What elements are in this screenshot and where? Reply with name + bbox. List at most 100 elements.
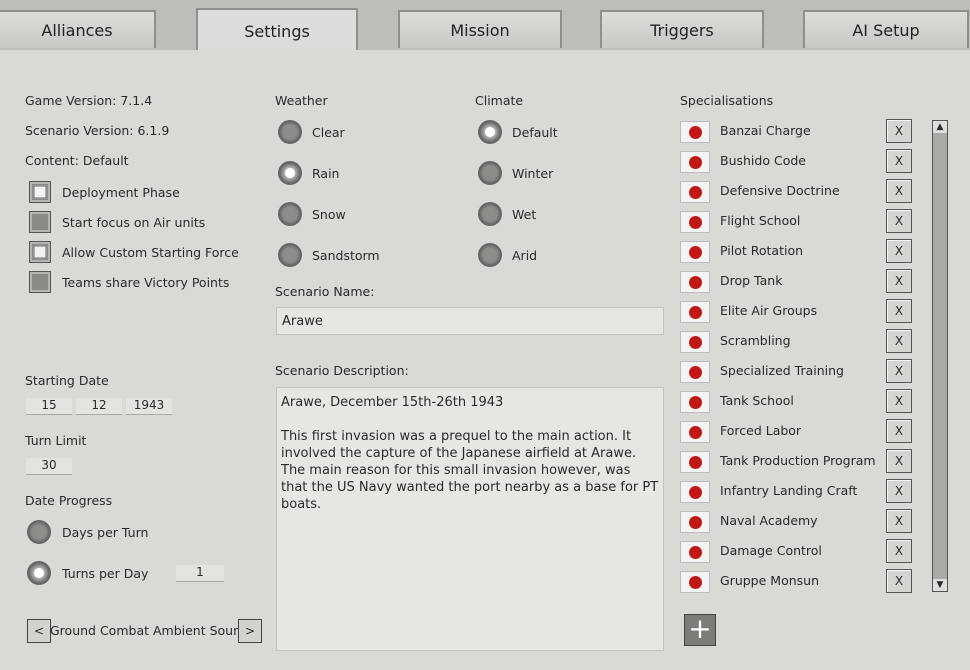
description-first-line: Arawe, December 15th-26th 1943 [281, 395, 504, 410]
climate-wet-label: Wet [512, 207, 537, 222]
climate-label: Climate [475, 93, 524, 108]
remove-specialisation-button[interactable]: X [886, 569, 912, 593]
specialisation-row: Infantry Landing Craft X [680, 479, 912, 505]
remove-specialisation-button[interactable]: X [886, 149, 912, 173]
remove-specialisation-button[interactable]: X [886, 419, 912, 443]
specialisation-name: Flight School [720, 213, 801, 228]
climate-winter-radio[interactable] [478, 161, 502, 185]
scenario-description-input[interactable]: Arawe, December 15th-26th 1943 This firs… [276, 387, 664, 651]
japan-flag-icon [680, 451, 710, 473]
share-vp-checkbox[interactable] [29, 271, 51, 293]
specialisation-name: Forced Labor [720, 423, 802, 438]
deployment-phase-label: Deployment Phase [62, 185, 180, 200]
remove-specialisation-button[interactable]: X [886, 119, 912, 143]
turn-limit-field[interactable]: 30 [26, 458, 72, 475]
remove-specialisation-button[interactable]: X [886, 389, 912, 413]
turns-per-day-radio[interactable] [27, 561, 51, 585]
start-month-field[interactable]: 12 [76, 398, 122, 415]
tab-triggers[interactable]: Triggers [600, 10, 764, 48]
climate-arid-label: Arid [512, 248, 538, 263]
date-progress-label: Date Progress [25, 493, 113, 508]
tab-mission[interactable]: Mission [398, 10, 562, 48]
climate-default-label: Default [512, 125, 558, 140]
scenario-name-input[interactable]: Arawe [276, 307, 664, 335]
climate-winter-label: Winter [512, 166, 554, 181]
scroll-up-arrow-icon[interactable]: ▲ [933, 121, 947, 133]
specialisation-row: Pilot Rotation X [680, 239, 912, 265]
tab-bar: Alliances Settings Mission Triggers AI S… [0, 0, 970, 52]
share-vp-label: Teams share Victory Points [62, 275, 230, 290]
scenario-version: Scenario Version: 6.1.9 [25, 123, 170, 138]
specialisation-row: Naval Academy X [680, 509, 912, 535]
custom-force-label: Allow Custom Starting Force [62, 245, 239, 260]
specialisation-name: Infantry Landing Craft [720, 483, 858, 498]
deployment-phase-checkbox[interactable] [29, 181, 51, 203]
specialisation-name: Scrambling [720, 333, 791, 348]
specialisation-row: Elite Air Groups X [680, 299, 912, 325]
climate-arid-radio[interactable] [478, 243, 502, 267]
remove-specialisation-button[interactable]: X [886, 539, 912, 563]
weather-rain-radio[interactable] [278, 161, 302, 185]
days-per-turn-label: Days per Turn [62, 525, 149, 540]
start-year-field[interactable]: 1943 [126, 398, 172, 415]
specialisation-name: Specialized Training [720, 363, 844, 378]
sound-next-button[interactable]: > [238, 619, 262, 643]
japan-flag-icon [680, 211, 710, 233]
specialisations-label: Specialisations [680, 93, 774, 108]
japan-flag-icon [680, 481, 710, 503]
japan-flag-icon [680, 511, 710, 533]
scroll-down-arrow-icon[interactable]: ▼ [933, 579, 947, 591]
japan-flag-icon [680, 241, 710, 263]
remove-specialisation-button[interactable]: X [886, 299, 912, 323]
specialisation-row: Forced Labor X [680, 419, 912, 445]
specialisation-name: Pilot Rotation [720, 243, 804, 258]
specialisation-name: Drop Tank [720, 273, 783, 288]
sound-prev-button[interactable]: < [27, 619, 51, 643]
specialisation-row: Banzai Charge X [680, 119, 912, 145]
scenario-name-label: Scenario Name: [275, 284, 375, 299]
japan-flag-icon [680, 361, 710, 383]
specialisation-row: Tank Production Program X [680, 449, 912, 475]
specialisation-name: Defensive Doctrine [720, 183, 840, 198]
weather-sandstorm-radio[interactable] [278, 243, 302, 267]
remove-specialisation-button[interactable]: X [886, 209, 912, 233]
remove-specialisation-button[interactable]: X [886, 239, 912, 263]
japan-flag-icon [680, 571, 710, 593]
weather-label: Weather [275, 93, 328, 108]
weather-clear-radio[interactable] [278, 120, 302, 144]
tab-ai-setup[interactable]: AI Setup [803, 10, 969, 48]
japan-flag-icon [680, 541, 710, 563]
specialisations-scrollbar[interactable]: ▲ ▼ [932, 120, 948, 592]
air-focus-checkbox[interactable] [29, 211, 51, 233]
remove-specialisation-button[interactable]: X [886, 329, 912, 353]
climate-default-radio[interactable] [478, 120, 502, 144]
starting-date-label: Starting Date [25, 373, 109, 388]
add-specialisation-button[interactable]: + [684, 614, 716, 646]
tab-settings[interactable]: Settings [196, 8, 358, 52]
remove-specialisation-button[interactable]: X [886, 479, 912, 503]
climate-wet-radio[interactable] [478, 202, 502, 226]
specialisation-row: Scrambling X [680, 329, 912, 355]
scenario-description-label: Scenario Description: [275, 363, 409, 378]
remove-specialisation-button[interactable]: X [886, 269, 912, 293]
turns-per-day-label: Turns per Day [62, 566, 149, 581]
specialisation-row: Flight School X [680, 209, 912, 235]
start-day-field[interactable]: 15 [26, 398, 72, 415]
turns-per-day-field[interactable]: 1 [176, 565, 224, 582]
custom-force-checkbox[interactable] [29, 241, 51, 263]
weather-sandstorm-label: Sandstorm [312, 248, 380, 263]
sound-label: Ground Combat Ambient Sound [50, 623, 238, 638]
specialisation-name: Banzai Charge [720, 123, 811, 138]
remove-specialisation-button[interactable]: X [886, 509, 912, 533]
japan-flag-icon [680, 151, 710, 173]
specialisation-name: Elite Air Groups [720, 303, 818, 318]
content-label: Content: Default [25, 153, 129, 168]
game-version: Game Version: 7.1.4 [25, 93, 153, 108]
weather-snow-radio[interactable] [278, 202, 302, 226]
remove-specialisation-button[interactable]: X [886, 179, 912, 203]
remove-specialisation-button[interactable]: X [886, 449, 912, 473]
tab-alliances[interactable]: Alliances [0, 10, 156, 48]
description-body: This first invasion was a prequel to the… [281, 429, 659, 512]
days-per-turn-radio[interactable] [27, 520, 51, 544]
remove-specialisation-button[interactable]: X [886, 359, 912, 383]
